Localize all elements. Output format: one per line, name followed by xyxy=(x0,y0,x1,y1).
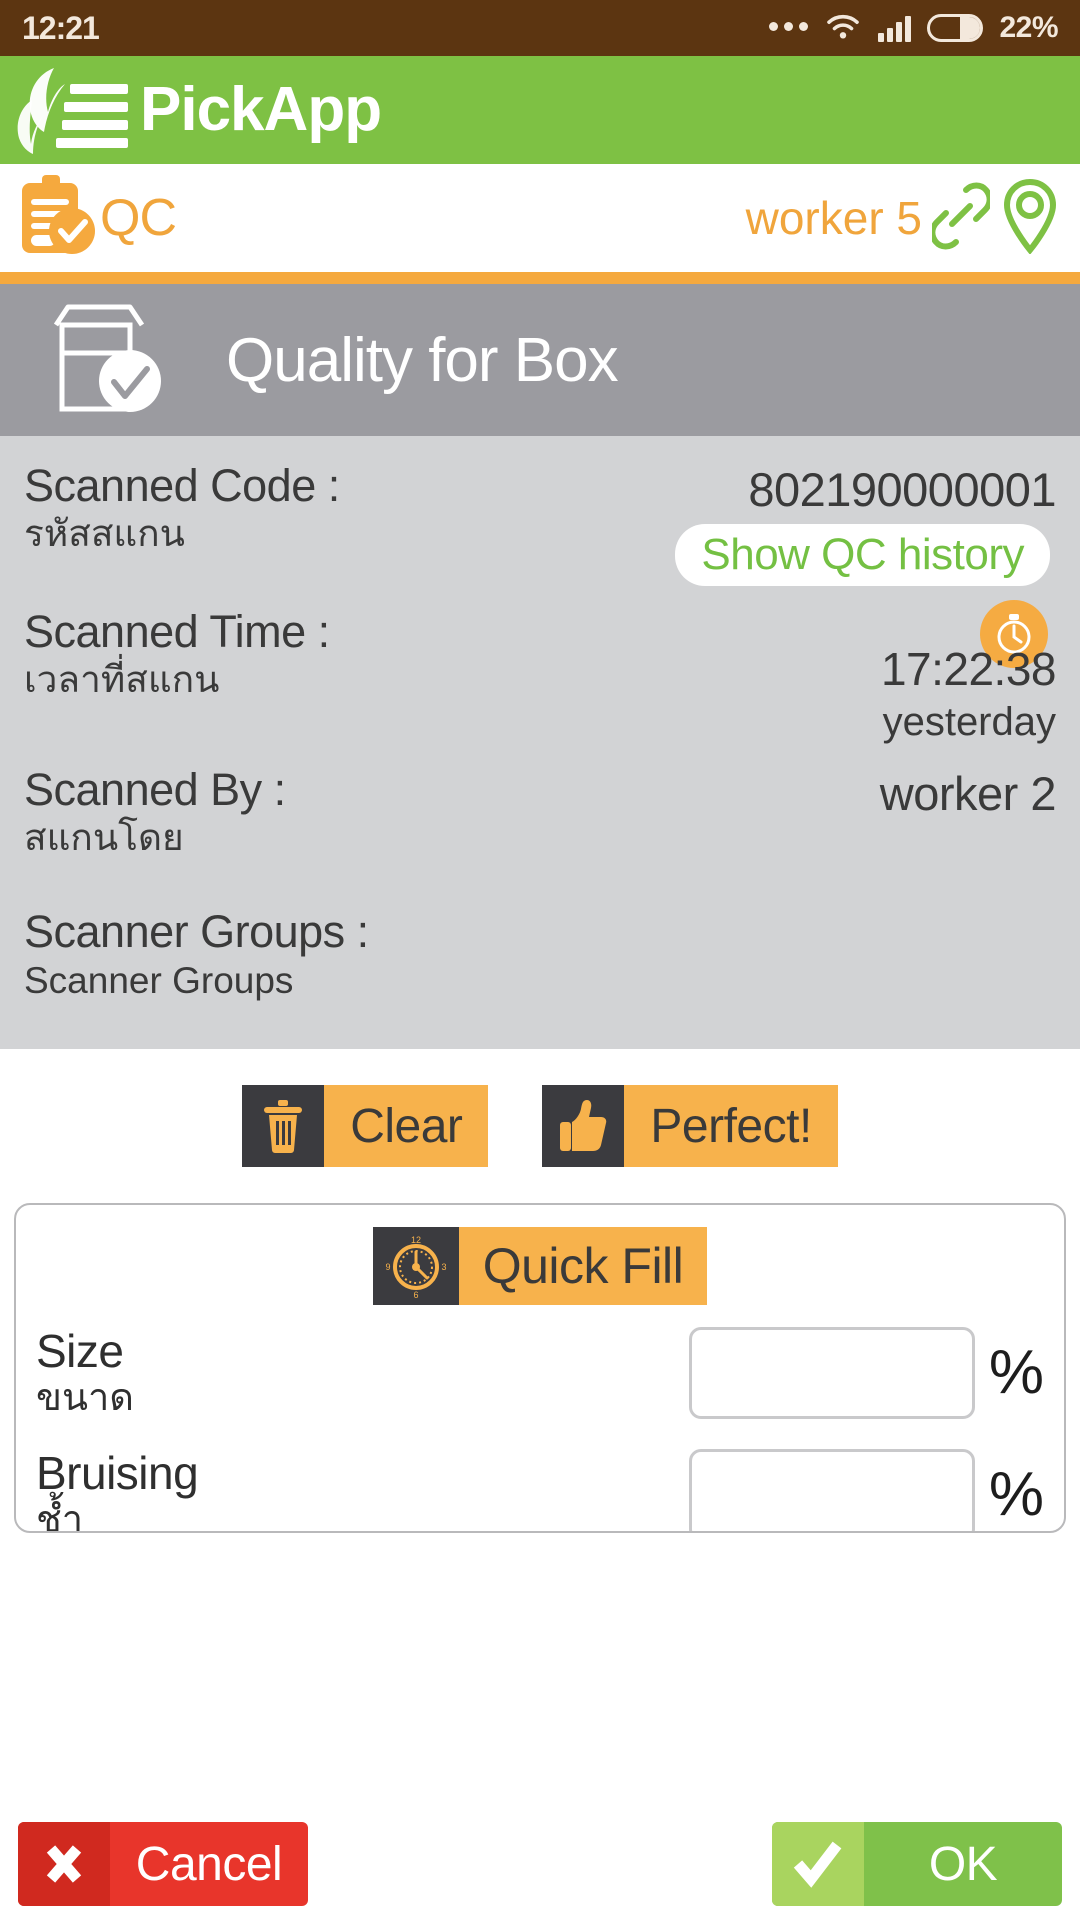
info-row-scanned-by: Scanned By : สแกนโดย worker 2 xyxy=(24,766,1057,859)
field-row-bruising: Bruising ช้ำ % xyxy=(16,1447,1064,1533)
scanned-by-value: worker 2 xyxy=(879,767,1057,821)
scanner-groups-value: Scanner Groups xyxy=(24,959,294,1001)
size-label: Size xyxy=(36,1325,124,1377)
cross-icon xyxy=(18,1822,110,1906)
clipboard-check-icon xyxy=(14,173,98,264)
clear-button[interactable]: Clear xyxy=(242,1085,489,1167)
info-row-scanned-code: Scanned Code : รหัสสแกน 802190000001 Sho… xyxy=(24,462,1056,586)
scanned-by-label-thai: สแกนโดย xyxy=(24,817,184,859)
status-clock: 12:21 xyxy=(22,9,100,46)
info-row-scanned-time: Scanned Time : เวลาที่สแกน 17:22:38 yest… xyxy=(24,600,1057,744)
app-root: 12:21 22% PickApp QC worker 5 Quality fo… xyxy=(0,0,1080,1920)
scanned-time-value: 17:22:38 xyxy=(880,643,1057,696)
check-icon xyxy=(772,1822,864,1906)
page-header: Quality for Box xyxy=(0,284,1080,436)
quick-fill-button[interactable]: 12 3 6 9 Quick Fill xyxy=(372,1227,708,1305)
bruising-labels: Bruising ช้ำ xyxy=(36,1447,689,1533)
bottom-action-bar: Cancel OK xyxy=(0,1808,1080,1920)
battery-percent: 22% xyxy=(999,11,1058,44)
bruising-input[interactable] xyxy=(688,1449,975,1531)
svg-text:12: 12 xyxy=(411,1235,421,1245)
bruising-label: Bruising xyxy=(36,1447,199,1500)
quick-fill-row: 12 3 6 9 Quick Fill xyxy=(16,1205,1064,1305)
bruising-unit: % xyxy=(988,1460,1044,1530)
pickapp-leaf-logo xyxy=(14,60,132,161)
divider-rule xyxy=(0,272,1080,284)
info-row-scanner-groups: Scanner Groups : Scanner Groups xyxy=(24,908,1056,1000)
perfect-button-label: Perfect! xyxy=(624,1085,838,1167)
more-dots-icon xyxy=(769,21,809,35)
cancel-button-label: Cancel xyxy=(135,1837,283,1891)
action-button-row: Clear Perfect! xyxy=(0,1049,1080,1167)
worker-indicator[interactable]: worker 5 xyxy=(746,178,1060,259)
brand-bar: PickApp xyxy=(0,56,1080,164)
scanned-time-relative: yesterday xyxy=(882,700,1056,745)
size-input[interactable] xyxy=(688,1327,975,1420)
clear-button-label: Clear xyxy=(324,1085,489,1167)
module-label: QC xyxy=(100,189,177,247)
show-qc-history-button[interactable]: Show QC history xyxy=(675,524,1050,586)
thumbs-up-icon xyxy=(542,1085,625,1167)
trash-icon xyxy=(242,1085,325,1167)
worker-label: worker 5 xyxy=(745,192,922,244)
status-indicators: 22% xyxy=(769,11,1058,46)
perfect-button[interactable]: Perfect! xyxy=(542,1085,838,1167)
field-row-size: Size ขนาด % xyxy=(16,1327,1064,1420)
box-check-icon xyxy=(38,299,180,422)
scanned-code-value: 802190000001 xyxy=(748,463,1056,516)
chain-link-icon[interactable] xyxy=(929,180,993,257)
scanner-groups-label: Scanner Groups : xyxy=(24,906,369,958)
module-indicator[interactable]: QC xyxy=(14,173,177,264)
battery-icon xyxy=(927,14,984,42)
cancel-button[interactable]: Cancel xyxy=(18,1822,308,1906)
wifi-icon xyxy=(824,11,862,46)
quick-fill-label: Quick Fill xyxy=(458,1227,708,1305)
size-labels: Size ขนาด xyxy=(36,1327,689,1419)
quick-fill-card: 12 3 6 9 Quick Fill Size ขนาด % Bruising xyxy=(14,1203,1066,1533)
clock-icon: 12 3 6 9 xyxy=(372,1227,459,1305)
scanned-time-values: 17:22:38 yesterday xyxy=(880,642,1057,745)
svg-text:6: 6 xyxy=(413,1290,418,1300)
bruising-label-thai: ช้ำ xyxy=(36,1499,84,1533)
context-bar: QC worker 5 xyxy=(0,164,1080,272)
page-title: Quality for Box xyxy=(226,325,619,395)
size-label-thai: ขนาด xyxy=(36,1377,134,1420)
brand-title: PickApp xyxy=(140,75,382,144)
signal-icon xyxy=(878,14,912,42)
status-bar: 12:21 22% xyxy=(0,0,1080,56)
size-unit: % xyxy=(988,1338,1044,1408)
location-pin-icon[interactable] xyxy=(1000,178,1060,259)
ok-button-label: OK xyxy=(928,1837,998,1891)
svg-text:3: 3 xyxy=(441,1262,446,1272)
scan-info-panel: Scanned Code : รหัสสแกน 802190000001 Sho… xyxy=(0,436,1080,1049)
ok-button[interactable]: OK xyxy=(772,1822,1062,1906)
svg-text:9: 9 xyxy=(385,1262,390,1272)
